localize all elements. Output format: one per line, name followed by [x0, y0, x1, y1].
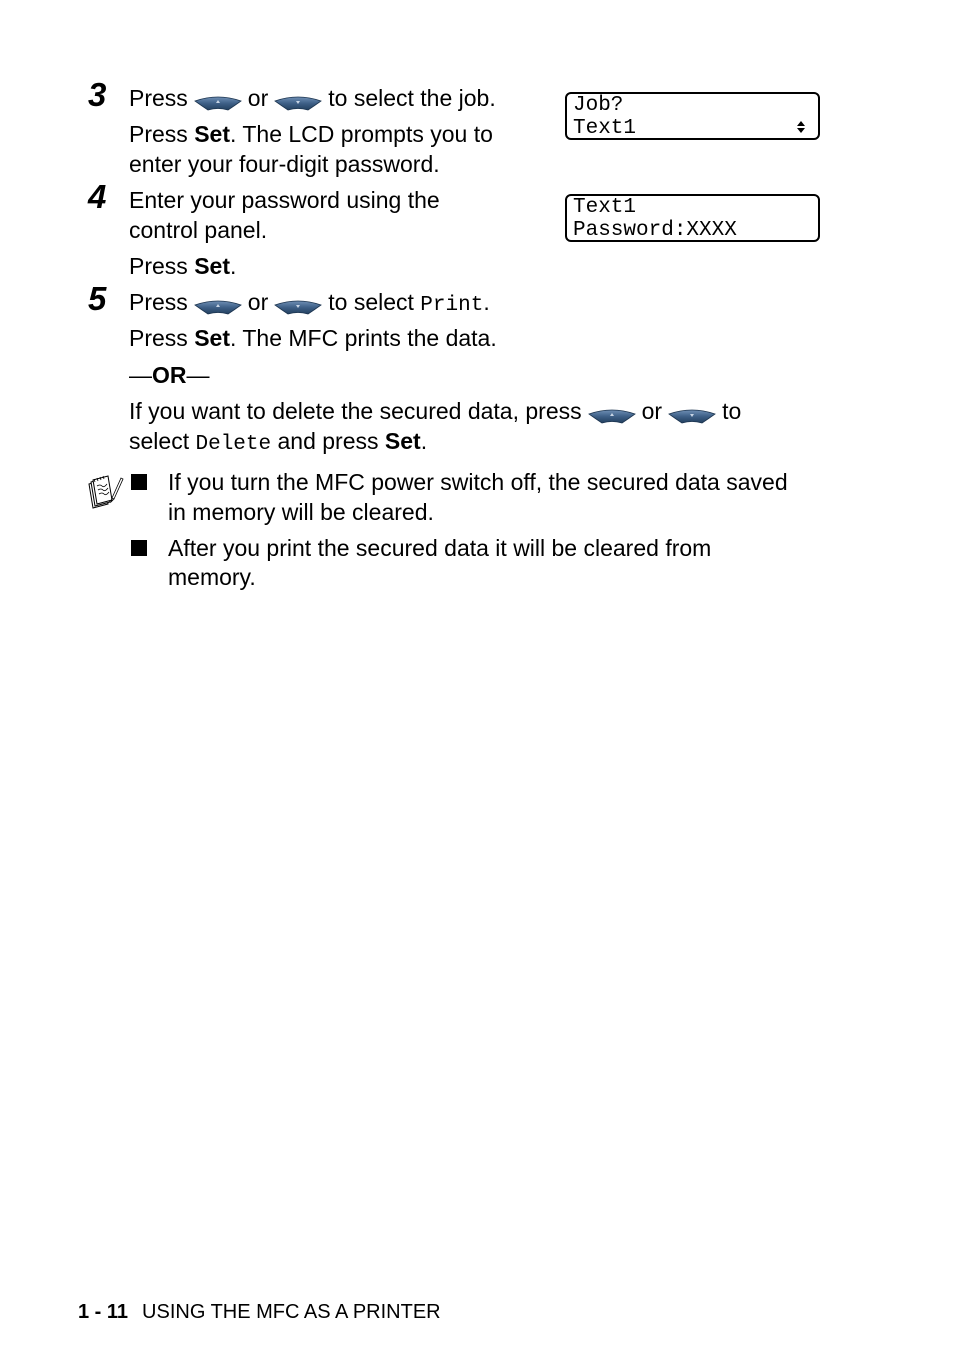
step-5-line-5: select Delete and press Set.: [129, 426, 427, 460]
delete-instruction-text: If you want to delete the secured data, …: [129, 398, 582, 424]
select-text: select: [129, 428, 196, 454]
step-5-line-4: If you want to delete the secured data, …: [129, 396, 741, 426]
prints-data-text: . The MFC prints the data.: [229, 325, 497, 351]
dash: —: [129, 362, 152, 388]
press-text: Press: [129, 289, 188, 315]
note-1-line-1: If you turn the MFC power switch off, th…: [168, 469, 788, 495]
bullet-square: [131, 540, 147, 556]
lcd-row-1: Text1: [573, 196, 637, 219]
lcd-display-job: Job? Text1: [565, 92, 820, 140]
step-number-3: 3: [88, 76, 107, 113]
set-key-label: Set: [384, 428, 421, 454]
to-text: to: [722, 398, 742, 424]
dash: —: [186, 362, 210, 388]
down-arrow-button-icon: [668, 401, 716, 419]
or-text: or: [247, 289, 269, 315]
step-4-line-2: control panel.: [129, 217, 268, 243]
step-3-select-text: to select the job.: [328, 85, 496, 111]
lcd-row-2: Password:XXXX: [573, 219, 737, 242]
down-arrow-button-icon: [274, 88, 322, 106]
and-press-text: and press: [271, 428, 385, 454]
note-2-line-2: memory.: [168, 564, 256, 590]
set-key-label: Set: [194, 253, 230, 279]
lcd-prompt-text: . The LCD prompts you to: [229, 121, 493, 147]
delete-menu-option: Delete: [195, 433, 272, 456]
lcd-row-1: Job?: [573, 94, 624, 117]
note-pad-pencil-icon: [88, 475, 124, 509]
press-text: Press: [129, 253, 195, 279]
set-key-label: Set: [194, 325, 230, 351]
lcd-display-password: Text1 Password:XXXX: [565, 194, 820, 242]
print-menu-option: Print: [420, 294, 484, 317]
step-5-line-1: Press or to select Print.: [129, 287, 490, 321]
down-arrow-button-icon: [274, 292, 322, 310]
period-text: .: [229, 253, 237, 279]
note-1-line-2: in memory will be cleared.: [168, 499, 434, 525]
step-4-line-1: Enter your password using the: [129, 187, 440, 213]
or-label: OR: [152, 362, 187, 388]
page-footer: 1 - 11 USING THE MFC AS A PRINTER: [78, 1300, 441, 1324]
or-separator: —OR—: [129, 360, 210, 390]
step-3-line-1: Press or to select the job.: [129, 83, 496, 113]
bullet-square: [131, 474, 147, 490]
page-number: 1 - 11: [78, 1301, 129, 1323]
period-text: .: [483, 289, 490, 315]
step-4-line-3: Press Set.: [129, 251, 236, 281]
step-3-line-3: enter your four-digit password.: [129, 151, 440, 177]
note-2-line-1: After you print the secured data it will…: [168, 535, 712, 561]
up-down-arrows-icon: [797, 121, 805, 133]
press-text: Press: [129, 325, 195, 351]
step-number-5: 5: [88, 280, 107, 317]
or-text: or: [247, 85, 269, 111]
press-text: Press: [129, 121, 195, 147]
step-number-4: 4: [88, 178, 107, 215]
up-arrow-button-icon: [588, 401, 636, 419]
up-arrow-button-icon: [194, 292, 242, 310]
chapter-title: USING THE MFC AS A PRINTER: [142, 1301, 441, 1323]
step-3-line-2: Press Set. The LCD prompts you to: [129, 119, 493, 149]
lcd-row-2: Text1: [573, 117, 637, 140]
select-text: to select: [328, 289, 421, 315]
period-text: .: [420, 428, 428, 454]
set-key-label: Set: [194, 121, 230, 147]
step-5-line-2: Press Set. The MFC prints the data.: [129, 323, 497, 353]
step-3-press-text: Press: [129, 85, 188, 111]
up-arrow-button-icon: [194, 88, 242, 106]
or-text: or: [641, 398, 663, 424]
